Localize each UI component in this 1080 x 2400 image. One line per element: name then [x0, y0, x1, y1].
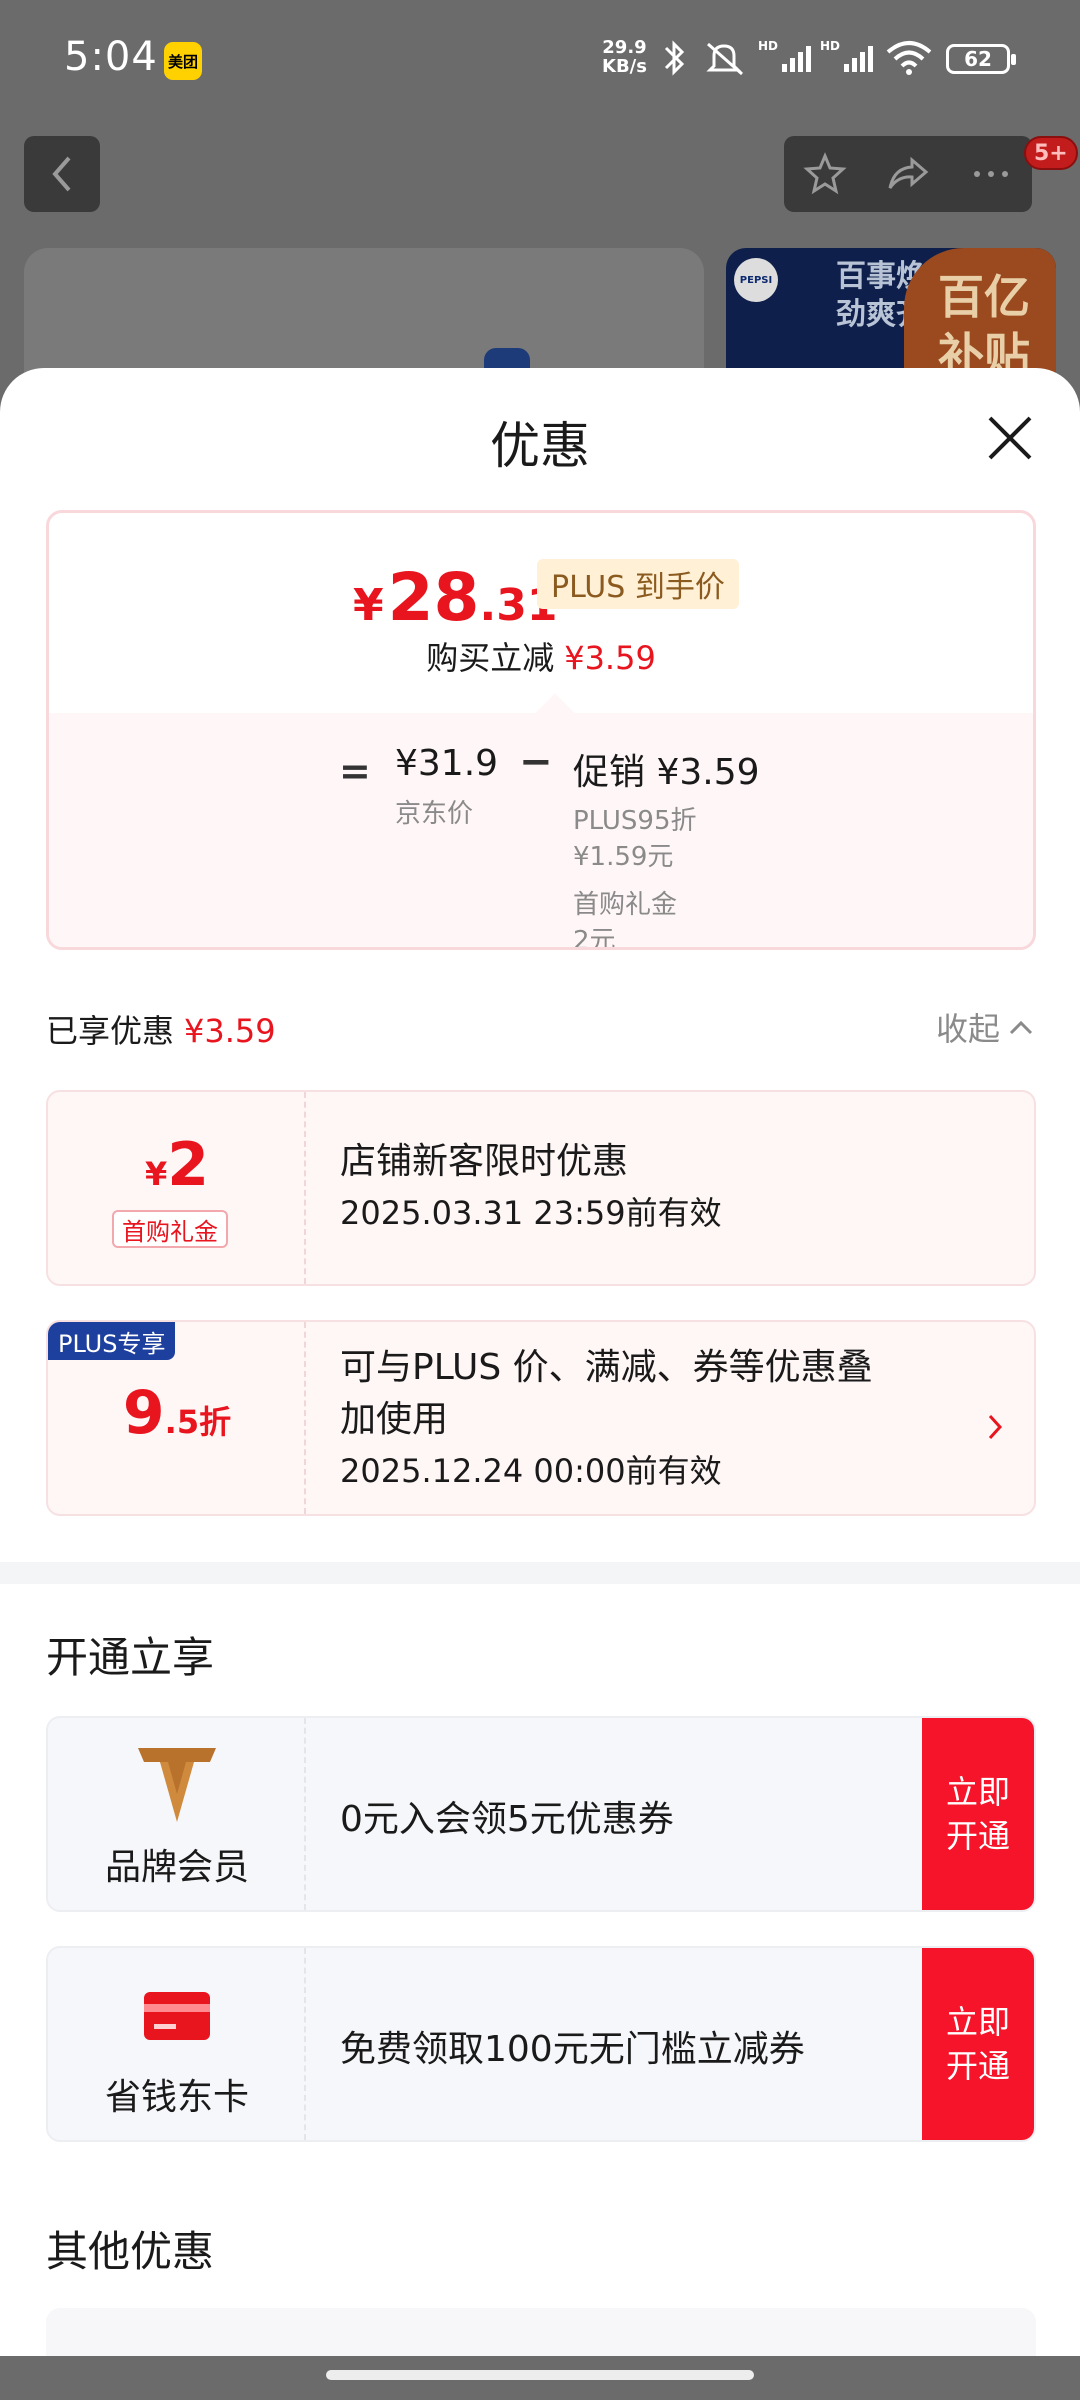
- discount-sheet: 优惠 ¥ 28 .31 PLUS 到手价 购买立减 ¥3.59 = ¥31.9 京…: [0, 368, 1080, 2400]
- chevron-right-icon: [988, 1414, 1003, 1440]
- coupon-amount-value: 2: [167, 1130, 209, 1200]
- coupon-card-new-customer: ¥2 首购礼金 店铺新客限时优惠 2025.03.31 23:59前有效: [46, 1090, 1036, 1286]
- plus-discount-rate: 9.5折: [48, 1378, 306, 1448]
- net-speed-value: 29.9: [602, 37, 647, 58]
- coupon-expiry: 2025.12.24 00:00前有效: [340, 1452, 722, 1490]
- other-section-title: 其他优惠: [46, 2227, 215, 2276]
- member-name: 品牌会员: [104, 1847, 249, 1888]
- open-now-button[interactable]: 立即 开通: [922, 1948, 1034, 2140]
- collapse-label: 收起: [936, 1010, 1001, 1048]
- promo-plus-discount: PLUS95折: [573, 806, 697, 836]
- gesture-nav-bar: [0, 2356, 1080, 2400]
- member-name: 省钱东卡: [104, 2077, 249, 2118]
- bluetooth-icon: [664, 40, 685, 76]
- coupon-amount: ¥2: [48, 1130, 306, 1200]
- open-now-label: 立即 开通: [946, 1770, 1010, 1858]
- coupon-info: 店铺新客限时优惠 2025.03.31 23:59前有效: [340, 1136, 722, 1238]
- open-now-label: 立即 开通: [946, 2000, 1010, 2088]
- coupon-title-line-1: 可与PLUS 价、满减、券等优惠叠: [340, 1347, 873, 1388]
- more-icon: [973, 171, 1008, 177]
- more-button[interactable]: [949, 136, 1032, 212]
- plus-price-tag: PLUS 到手价: [537, 559, 739, 609]
- signal-icon-1: HD: [758, 39, 811, 72]
- mute-icon: [706, 42, 743, 76]
- svg-text:HD: HD: [820, 39, 840, 53]
- status-bar: 5:04 美团 29.9 KB/s HD HD 62: [0, 0, 1080, 120]
- enjoyed-value: ¥3.59: [184, 1012, 276, 1050]
- net-speed: 29.9 KB/s: [602, 38, 647, 76]
- reduction-value: ¥3.59: [564, 639, 656, 677]
- chevron-left-icon: [52, 156, 71, 192]
- coupon-expiry: 2025.03.31 23:59前有效: [340, 1194, 722, 1232]
- svg-text:HD: HD: [758, 39, 778, 53]
- home-indicator[interactable]: [326, 2370, 754, 2380]
- final-price-int: 28: [387, 559, 480, 636]
- brand-member-v-icon: [138, 1748, 216, 1822]
- coupon-info: 可与PLUS 价、满减、券等优惠叠 加使用 2025.12.24 00:00前有…: [340, 1342, 873, 1496]
- status-time: 5:04: [64, 34, 158, 80]
- top-actions: [784, 136, 1032, 212]
- price-summary: ¥ 28 .31 PLUS 到手价 购买立减 ¥3.59 = ¥31.9 京东价 …: [46, 510, 1036, 950]
- promo-plus-amount: ¥1.59元: [573, 842, 674, 872]
- open-now-line-1: 立即: [945, 1773, 1010, 1811]
- open-now-line-1: 立即: [945, 2003, 1010, 2041]
- section-divider: [0, 1562, 1080, 1584]
- share-button[interactable]: [867, 136, 950, 212]
- coupon-type-tag: 首购礼金: [112, 1210, 228, 1248]
- final-price: ¥ 28 .31: [353, 559, 557, 636]
- message-badge: 5+: [1024, 136, 1078, 170]
- open-section-title: 开通立享: [46, 1633, 215, 1682]
- subsidy-line-1: 百亿: [938, 270, 1030, 324]
- wifi-icon: [886, 41, 932, 75]
- open-now-line-2: 开通: [945, 1817, 1010, 1855]
- collapse-toggle[interactable]: 收起: [936, 1004, 1034, 1050]
- final-price-currency: ¥: [353, 580, 384, 631]
- member-desc: 免费领取100元无门槛立减券: [340, 2029, 805, 2070]
- jd-price: ¥31.9: [395, 743, 499, 784]
- open-now-button[interactable]: 立即 开通: [922, 1718, 1034, 1910]
- battery-icon: 62: [946, 44, 1016, 74]
- plus-exclusive-badge: PLUS专享: [48, 1322, 176, 1360]
- minus-sign: −: [519, 739, 553, 785]
- share-icon: [888, 156, 929, 189]
- promo-gift-label: 首购礼金: [573, 890, 678, 920]
- signal-icon-2: HD: [820, 39, 873, 72]
- star-icon: [803, 152, 847, 195]
- pepsi-logo: PEPSI: [734, 258, 778, 302]
- close-icon: [988, 416, 1032, 460]
- coupon-title-line-2: 加使用: [340, 1399, 449, 1440]
- reduction-label: 购买立减: [426, 639, 555, 677]
- brand-member-card: 品牌会员 0元入会领5元优惠券 立即 开通: [46, 1716, 1036, 1912]
- favorite-button[interactable]: [784, 136, 867, 212]
- enjoyed-label: 已享优惠: [46, 1012, 175, 1050]
- open-now-line-2: 开通: [945, 2047, 1010, 2085]
- equals-sign: =: [339, 749, 371, 793]
- jd-price-label: 京东价: [395, 799, 474, 829]
- enjoyed-discount: 已享优惠 ¥3.59: [46, 1006, 276, 1052]
- saving-card-member: 省钱东卡 免费领取100元无门槛立减券 立即 开通: [46, 1946, 1036, 2142]
- back-button[interactable]: [24, 136, 100, 212]
- promo-gift-amount: 2元: [573, 926, 616, 950]
- promo-total: 促销 ¥3.59: [573, 752, 760, 793]
- coupon-card-plus[interactable]: PLUS专享 9.5折 可与PLUS 价、满减、券等优惠叠 加使用 2025.1…: [46, 1320, 1036, 1516]
- purchase-reduction: 购买立减 ¥3.59: [49, 633, 1033, 679]
- product-page-background: 5+ PEPSI 百事焕 劲爽齐 百亿 补贴: [0, 120, 1080, 428]
- member-desc: 0元入会领5元优惠券: [340, 1799, 674, 1840]
- discount-suffix: .5折: [164, 1403, 232, 1441]
- meituan-app-icon: 美团: [164, 42, 202, 80]
- coupon-amount-prefix: ¥: [144, 1155, 168, 1193]
- coupon-title: 店铺新客限时优惠: [340, 1141, 629, 1182]
- card-icon: [144, 1992, 210, 2040]
- net-speed-unit: KB/s: [602, 56, 647, 77]
- close-button[interactable]: [984, 412, 1036, 464]
- sheet-title: 优惠: [490, 417, 590, 475]
- chevron-up-icon: [1009, 1020, 1033, 1035]
- discount-int: 9: [122, 1378, 165, 1448]
